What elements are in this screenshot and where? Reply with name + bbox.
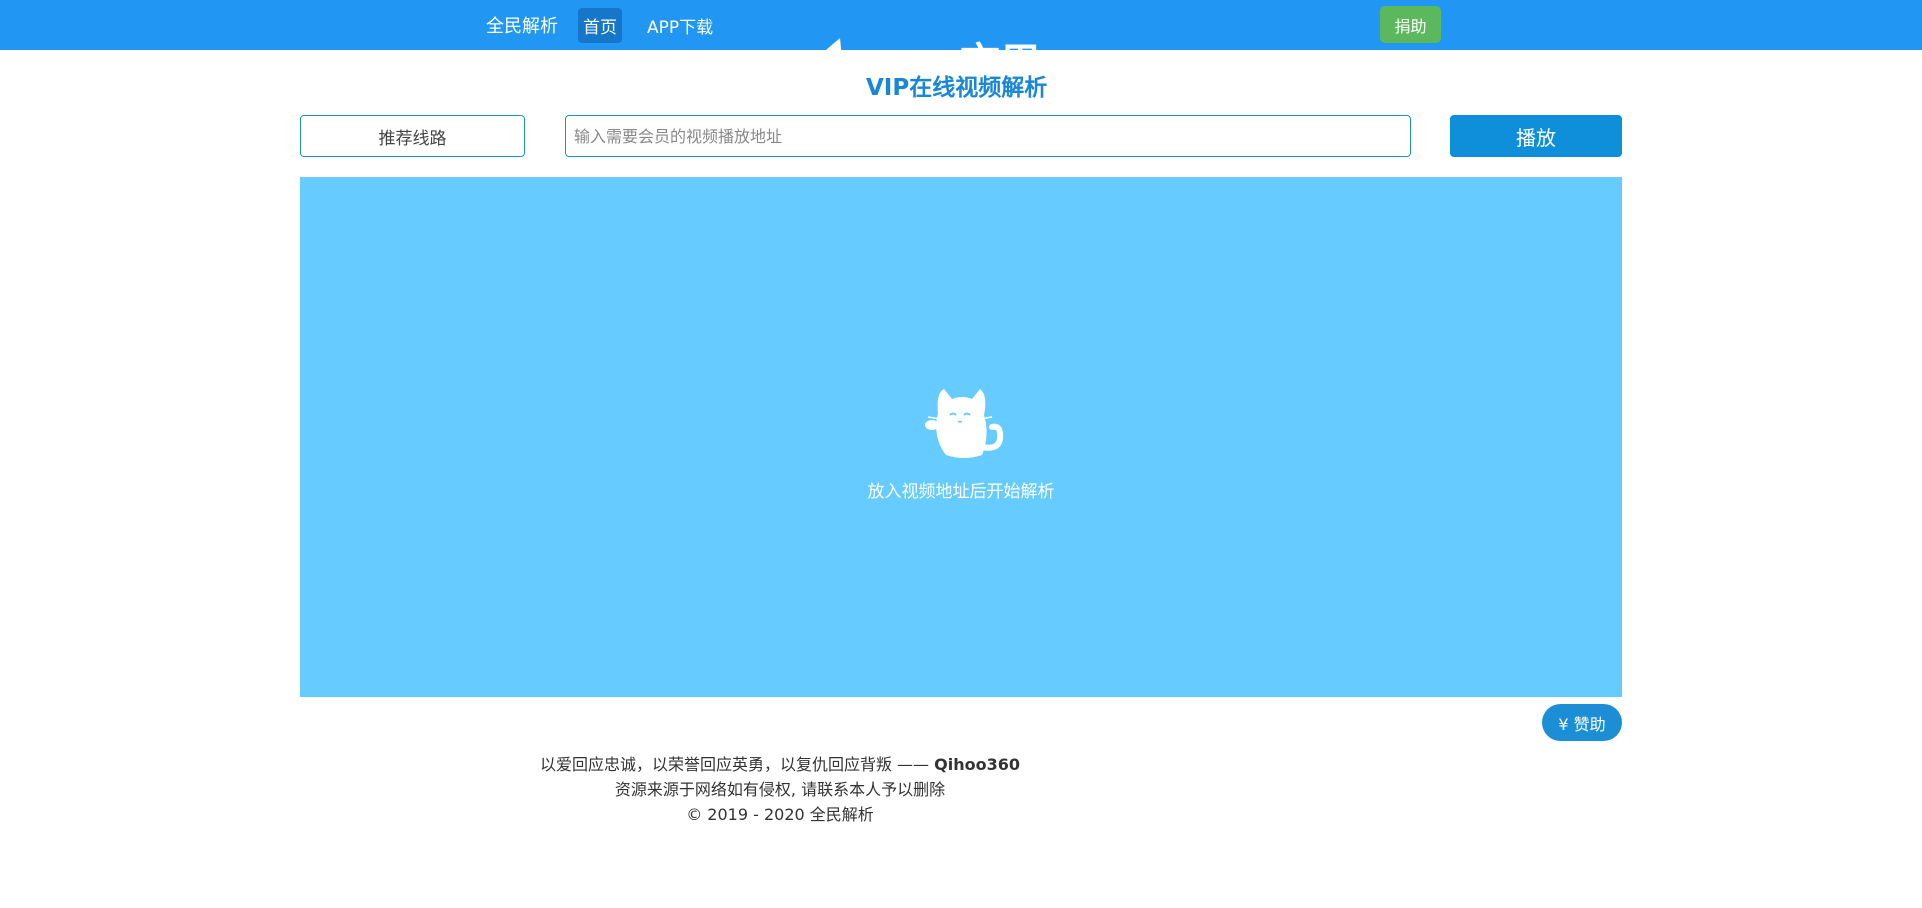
footer-disclaimer: 资源来源于网络如有侵权, 请联系本人予以删除 — [614, 780, 946, 799]
brand-link[interactable]: 全民解析 — [486, 12, 558, 38]
nav-link-app-download[interactable]: APP下载 — [642, 8, 718, 43]
donate-button[interactable]: 捐助 — [1380, 6, 1441, 43]
video-url-input[interactable] — [565, 115, 1411, 157]
page-title: VIP在线视频解析 — [866, 75, 1048, 101]
player-hint-text: 放入视频地址后开始解析 — [867, 482, 1055, 502]
nav-links: 全民解析 首页 APP下载 — [486, 0, 738, 50]
play-button[interactable]: 播放 — [1450, 115, 1622, 157]
nav-link-home[interactable]: 首页 — [578, 7, 622, 43]
page-footer: 以爱回应忠诚，以荣誉回应英勇，以复仇回应背叛 —— Qihoo360 资源来源于… — [500, 752, 1060, 827]
route-select[interactable]: 推荐线路 — [300, 115, 525, 157]
footer-quote: 以爱回应忠诚，以荣誉回应英勇，以复仇回应背叛 —— Qihoo360 — [500, 752, 1060, 777]
support-button[interactable]: ¥ 赞助 — [1542, 704, 1622, 741]
site-logo: 市用 VIP在线视频解析 — [740, 28, 1160, 128]
footer-copyright: © 2019 - 2020 全民解析 — [686, 805, 874, 824]
footer-quote-author: Qihoo360 — [934, 755, 1021, 774]
video-player[interactable]: 放入视频地址后开始解析 — [300, 177, 1622, 697]
cat-mascot-icon — [925, 389, 1004, 458]
footer-quote-text: 以爱回应忠诚，以荣誉回应英勇，以复仇回应背叛 —— — [539, 755, 930, 774]
